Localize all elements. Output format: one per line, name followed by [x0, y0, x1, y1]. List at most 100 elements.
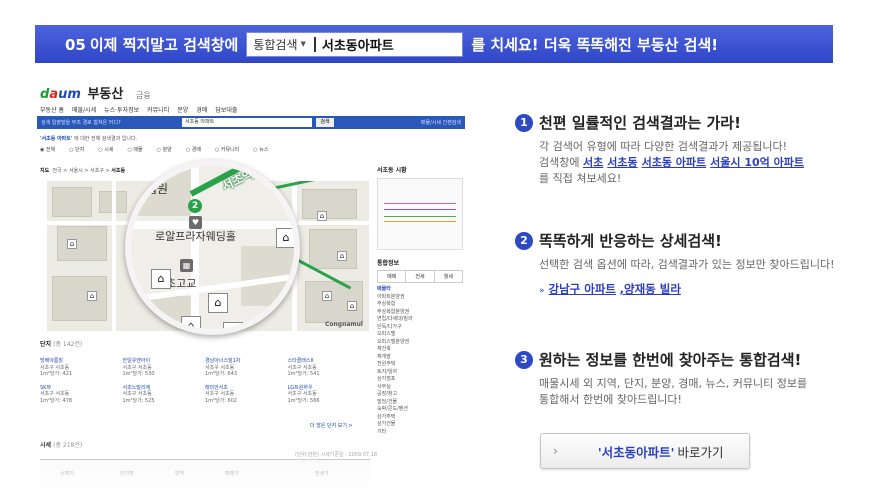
radio-label: 단지 — [75, 147, 85, 153]
radio-community[interactable]: ○ 커뮤니티 — [215, 146, 239, 153]
house-marker[interactable]: ⌂ — [87, 291, 97, 301]
radio-news[interactable]: ○ 뉴스 — [253, 146, 268, 153]
tab-jeonse[interactable]: 전세 — [406, 271, 435, 282]
gnb-item[interactable]: 뉴스·투자정보 — [104, 105, 139, 114]
danji-item[interactable]: 서초노빌리에 서초구 서초동 1m²당가: 525 — [123, 385, 206, 405]
house-marker[interactable]: ⌂ — [276, 228, 294, 248]
radio-sise[interactable]: ○ 시세 — [98, 146, 113, 153]
category-item[interactable]: 숙박/콘도/펜션 — [377, 406, 463, 414]
house-marker[interactable]: ⌂ — [347, 301, 357, 311]
category-item[interactable]: 주상복합 — [377, 301, 463, 309]
example-link[interactable]: ,양재동 빌라 — [620, 282, 681, 296]
go-button-label: 바로가기 — [677, 444, 724, 460]
site-logo-name: 부동산 — [87, 87, 124, 102]
radio-maemul[interactable]: ○ 매물 — [127, 146, 142, 153]
site-gnb: 부동산 홈 매물/시세 뉴스·투자정보 커뮤니티 분양 경매 담보대출 — [40, 105, 237, 114]
category-item[interactable]: 상가건물 — [377, 421, 463, 429]
subway-line-badge: 2 — [188, 199, 202, 213]
search-query-text[interactable]: 서초동아파트 — [322, 35, 394, 54]
tab-sale[interactable]: 매매 — [378, 271, 407, 282]
house-marker[interactable]: ⌂ — [67, 239, 77, 249]
radio-auction[interactable]: ○ 경매 — [186, 146, 201, 153]
building-pin-icon: ▦ — [180, 259, 193, 272]
sise-col: 매매가 — [225, 471, 239, 477]
feature-1: 1 천편 일률적인 검색결과는 가라! 각 검색어 유형에 따라 다양한 검색결… — [515, 112, 808, 187]
radio-all[interactable]: ◉ 전체 — [40, 146, 55, 153]
example-link[interactable]: 서초동 — [607, 156, 637, 169]
house-marker[interactable]: ⌂ — [317, 211, 327, 221]
gnb-item[interactable]: 커뮤니티 — [147, 105, 169, 114]
banner-lead-text: 이제 찍지말고 검색창에 — [89, 35, 239, 54]
map-label-station: 서초역 — [219, 166, 256, 194]
example-link[interactable]: 서초 — [583, 156, 603, 169]
feature-links: » 강남구 아파트 ,양재동 빌라 — [539, 281, 835, 297]
house-marker[interactable]: ⌂ — [208, 293, 228, 313]
danji-more-link[interactable]: 더 많은 단지 보기 > — [310, 422, 353, 429]
category-item[interactable]: 빌딩/건물 — [377, 399, 463, 407]
category-item[interactable]: 주상복합분양권 — [377, 309, 463, 317]
category-item[interactable]: 사무실 — [377, 384, 463, 392]
search-type-select[interactable]: 통합검색 ▼ — [247, 36, 312, 53]
breadcrumb-path: 전국 > 서울시 > 서초구 > — [52, 168, 112, 174]
gnb-item[interactable]: 매물/시세 — [72, 105, 96, 114]
feature-2: 2 똑똑하게 반응하는 상세검색! 선택한 검색 옵션에 따라, 검색결과가 있… — [515, 230, 835, 297]
example-link[interactable]: 서초동 아파트 — [642, 156, 707, 169]
sidebar-info-title: 통합정보 — [377, 260, 400, 267]
result-text: 에 대한 전체 검색결과 입니다. — [74, 136, 138, 142]
feature-desc: 선택한 검색 옵션에 따라, 검색결과가 있는 정보만 찾아드립니다! — [539, 257, 835, 273]
category-item[interactable]: 공장/창고 — [377, 391, 463, 399]
site-search-input[interactable]: 서초동 아파트 — [182, 118, 312, 127]
gnb-item[interactable]: 부동산 홈 — [40, 105, 64, 114]
danji-item[interactable]: 스타클래스II 서초구 서초동 1m²당가: 541 — [288, 358, 371, 378]
danji-section-title: 단지 (총 142건) — [40, 339, 82, 348]
danji-item[interactable]: 방배아름힐 서초구 서초동 1m²당가: 421 — [40, 358, 123, 378]
category-item[interactable]: 전원주택 — [377, 361, 463, 369]
category-item[interactable]: 상가점포 — [377, 376, 463, 384]
category-item[interactable]: 재개발 — [377, 354, 463, 362]
category-item[interactable]: 아파트분양권 — [377, 294, 463, 302]
danji-item[interactable]: 한일유앤아이 서초구 서초동 1m²당가: 530 — [123, 358, 206, 378]
danji-grid: 방배아름힐 서초구 서초동 1m²당가: 421 한일유앤아이 서초구 서초동 1m²당… — [40, 358, 370, 404]
feature-desc-line: 매물시세 외 지역, 단지, 분양, 경매, 뉴스, 커뮤니티 정보를 — [539, 377, 808, 390]
result-query: '서초동 아파트' — [40, 136, 73, 142]
radio-label: 커뮤니티 — [220, 147, 240, 153]
danji-label: 단지 — [40, 341, 52, 348]
category-item[interactable]: 기타 — [377, 429, 463, 437]
go-to-search-button[interactable]: › '서초동아파트' 바로가기 — [540, 433, 750, 469]
category-item[interactable]: 상가주택 — [377, 414, 463, 422]
example-link[interactable]: 서울시 10억 아파트 — [710, 156, 804, 169]
house-marker[interactable]: ⌂ — [151, 269, 171, 289]
category-item[interactable]: 오피스텔분양권 — [377, 339, 463, 347]
category-item[interactable]: 토지/임야 — [377, 369, 463, 377]
house-marker[interactable]: ⌂ — [337, 251, 347, 261]
map-provider-logo: Congnamul — [325, 321, 363, 328]
example-link[interactable]: 강남구 아파트 — [549, 282, 616, 296]
site-quick-search-link[interactable]: 매물/시세 간편검색 — [421, 119, 461, 126]
feature-desc-line: 선택한 검색 옵션에 따라, 검색결과가 있는 정보만 찾아드립니다! — [539, 258, 835, 271]
tab-monthly[interactable]: 월세 — [435, 271, 462, 282]
danji-item[interactable]: LG트윈하우 서초구 서초동 1m²당가: 566 — [288, 385, 371, 405]
gnb-item[interactable]: 경매 — [196, 105, 207, 114]
category-item[interactable]: 오피스텔 — [377, 331, 463, 339]
gnb-item[interactable]: 분양 — [177, 105, 188, 114]
danji-item[interactable]: 경남아너스빌1차 서초구 서초동 1m²당가: 643 — [205, 358, 288, 378]
sidebar-tabs: 매매 전세 월세 — [377, 270, 463, 283]
danji-item[interactable]: SK뷰 서초구 서초동 1m²당가: 478 — [40, 385, 123, 405]
house-marker[interactable]: ⌂ — [322, 291, 332, 301]
gnb-item[interactable]: 담보대출 — [215, 105, 237, 114]
category-item[interactable]: 단독/다가구 — [377, 324, 463, 332]
radio-danji[interactable]: ○ 단지 — [69, 146, 84, 153]
feature-title: 천편 일률적인 검색결과는 가라! — [539, 114, 741, 132]
site-search-button[interactable]: 검색 — [316, 118, 334, 127]
feature-title: 똑똑하게 반응하는 상세검색! — [539, 232, 722, 250]
category-item[interactable]: 재건축 — [377, 346, 463, 354]
danji-item[interactable]: 래미안서초 서초구 서초동 1m²당가: 602 — [205, 385, 288, 405]
category-item[interactable]: 연립/다세대/빌라 — [377, 316, 463, 324]
banner-search-box[interactable]: 통합검색 ▼ 서초동아파트 — [246, 31, 464, 57]
category-head: 매물타 — [377, 286, 391, 292]
result-filter-radios: ◉ 전체 ○ 단지 ○ 시세 ○ 매물 ○ 분양 ○ 경매 ○ 커뮤니티 ○ 뉴… — [40, 146, 268, 153]
radio-bunyang[interactable]: ○ 분양 — [157, 146, 172, 153]
feature-desc-line: 를 직접 쳐보세요! — [539, 172, 622, 185]
search-type-label: 통합검색 — [253, 37, 298, 52]
map-label: 지도 — [40, 168, 50, 174]
